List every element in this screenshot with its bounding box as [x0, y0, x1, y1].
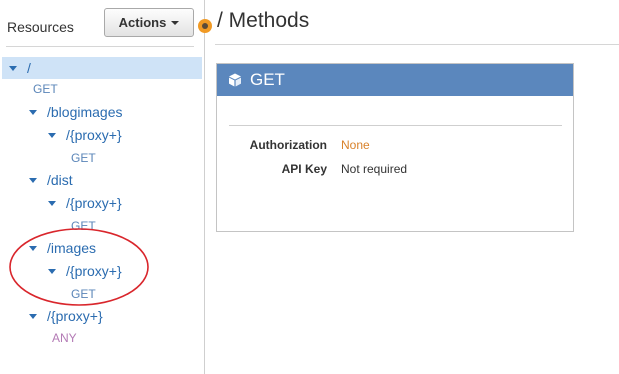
tree-item-dist-proxy-label: /{proxy+} [66, 195, 122, 211]
tree-item-root-proxy[interactable]: /{proxy+} [2, 305, 202, 327]
triangle-down-icon[interactable] [29, 313, 37, 319]
resources-divider [6, 46, 194, 47]
authorization-label: Authorization [249, 138, 327, 152]
tree-item-dist-label: /dist [47, 172, 73, 188]
method-card-header[interactable]: GET [217, 64, 573, 96]
triangle-down-icon[interactable] [29, 245, 37, 251]
authorization-value[interactable]: None [341, 138, 370, 152]
triangle-down-icon[interactable] [48, 200, 56, 206]
tree-item-dist[interactable]: /dist [2, 169, 202, 191]
tree-item-images-proxy-label: /{proxy+} [66, 263, 122, 279]
tree-item-blogimages[interactable]: /blogimages [2, 101, 202, 123]
tree-item-blogimages-proxy-label: /{proxy+} [66, 127, 122, 143]
chevron-down-icon [171, 20, 180, 25]
method-root-get[interactable]: GET [33, 82, 58, 96]
tree-item-blogimages-proxy[interactable]: /{proxy+} [2, 124, 202, 146]
tree-item-root-proxy-label: /{proxy+} [47, 308, 103, 324]
actions-button[interactable]: Actions [104, 8, 194, 37]
method-dist-proxy-get[interactable]: GET [71, 219, 96, 233]
actions-button-label: Actions [118, 15, 167, 30]
title-divider [215, 44, 619, 45]
panel-divider [204, 0, 205, 374]
method-blogimages-proxy-get[interactable]: GET [71, 151, 96, 165]
api-gateway-console: Resources Actions / GET /blogimages /{pr… [0, 0, 619, 374]
tree-item-images-label: /images [47, 240, 97, 256]
page-title: / Methods [217, 9, 310, 32]
method-card-divider [229, 125, 562, 126]
triangle-down-icon[interactable] [29, 109, 37, 115]
triangle-down-icon[interactable] [48, 132, 56, 138]
tree-item-images[interactable]: /images [2, 237, 202, 259]
resources-title: Resources [7, 19, 74, 35]
tree-item-root[interactable]: / [2, 57, 202, 79]
method-images-proxy-get[interactable]: GET [71, 287, 96, 301]
tree-item-dist-proxy[interactable]: /{proxy+} [2, 192, 202, 214]
api-key-row: API Key Not required [217, 162, 575, 178]
panel-resize-handle[interactable] [198, 19, 212, 33]
tree-item-images-proxy[interactable]: /{proxy+} [2, 260, 202, 282]
api-key-value: Not required [341, 162, 408, 176]
method-card-title: GET [250, 70, 285, 89]
tree-item-root-label: / [27, 60, 31, 76]
resources-panel: Resources Actions / GET /blogimages /{pr… [0, 0, 205, 374]
triangle-down-icon[interactable] [9, 65, 17, 71]
method-card: GET Authorization None API Key Not requi… [216, 63, 574, 232]
tree-item-blogimages-label: /blogimages [47, 104, 123, 120]
triangle-down-icon[interactable] [48, 268, 56, 274]
cube-icon [229, 73, 241, 87]
authorization-row: Authorization None [217, 138, 575, 154]
triangle-down-icon[interactable] [29, 177, 37, 183]
method-root-proxy-any[interactable]: ANY [52, 331, 77, 345]
api-key-label: API Key [281, 162, 327, 176]
